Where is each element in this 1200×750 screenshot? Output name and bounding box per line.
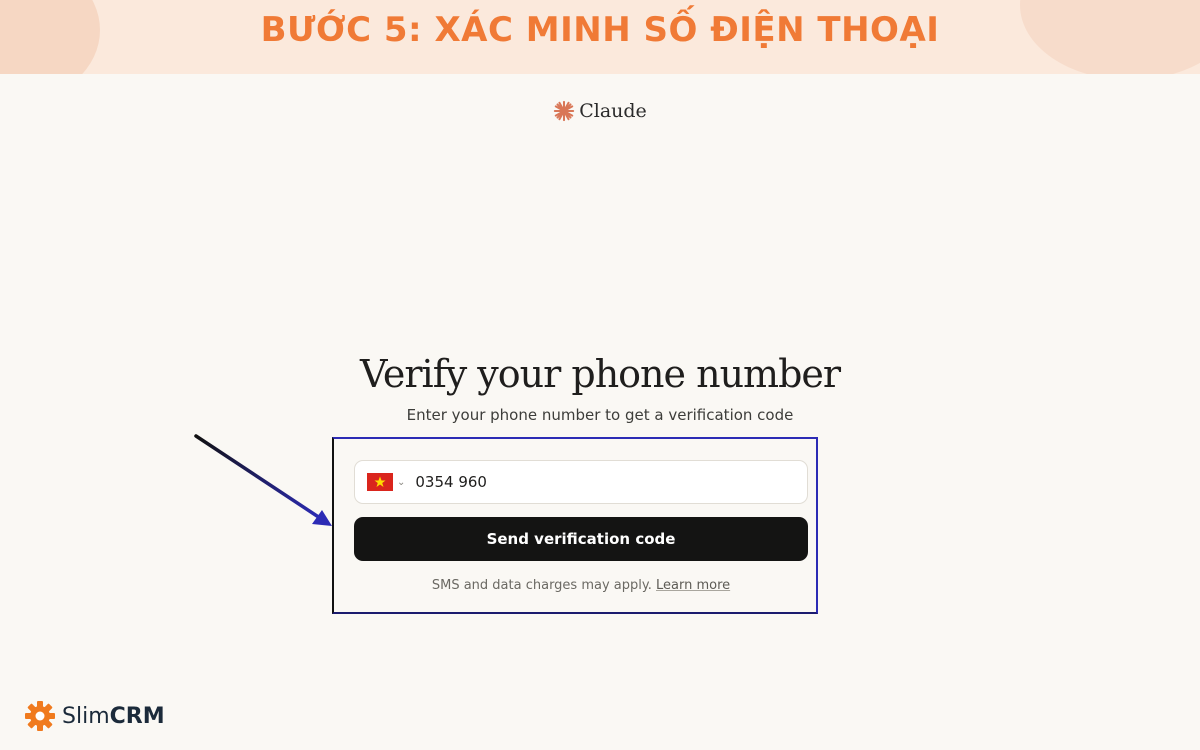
- vietnam-flag-icon[interactable]: [367, 473, 393, 491]
- phone-input[interactable]: ⌄ 0354 960: [354, 460, 808, 504]
- phone-number-value[interactable]: 0354 960: [415, 473, 487, 491]
- claude-sunburst-icon: [554, 100, 575, 122]
- banner-title: BƯỚC 5: XÁC MINH SỐ ĐIỆN THOẠI: [260, 10, 940, 50]
- wordmark-bold: CRM: [109, 703, 165, 729]
- brand-name: Claude: [579, 100, 647, 122]
- pointer-arrow-icon: [194, 434, 332, 526]
- page-subtitle: Enter your phone number to get a verific…: [406, 406, 794, 424]
- brand-header: Claude: [0, 100, 1200, 122]
- send-verification-code-button[interactable]: Send verification code: [354, 517, 808, 561]
- sms-disclaimer: SMS and data charges may apply. Learn mo…: [354, 578, 808, 593]
- learn-more-link[interactable]: Learn more: [656, 578, 730, 593]
- gear-icon: [25, 701, 55, 731]
- star-icon: [374, 476, 386, 487]
- top-banner: BƯỚC 5: XÁC MINH SỐ ĐIỆN THOẠI: [0, 0, 1200, 74]
- slimcrm-wordmark: SlimCRM: [62, 704, 165, 729]
- wordmark-light: Slim: [62, 703, 110, 729]
- slimcrm-logo: SlimCRM: [24, 700, 165, 732]
- chevron-down-icon[interactable]: ⌄: [397, 477, 405, 488]
- disclaimer-text: SMS and data charges may apply.: [431, 578, 652, 593]
- page-title: Verify your phone number: [359, 352, 841, 396]
